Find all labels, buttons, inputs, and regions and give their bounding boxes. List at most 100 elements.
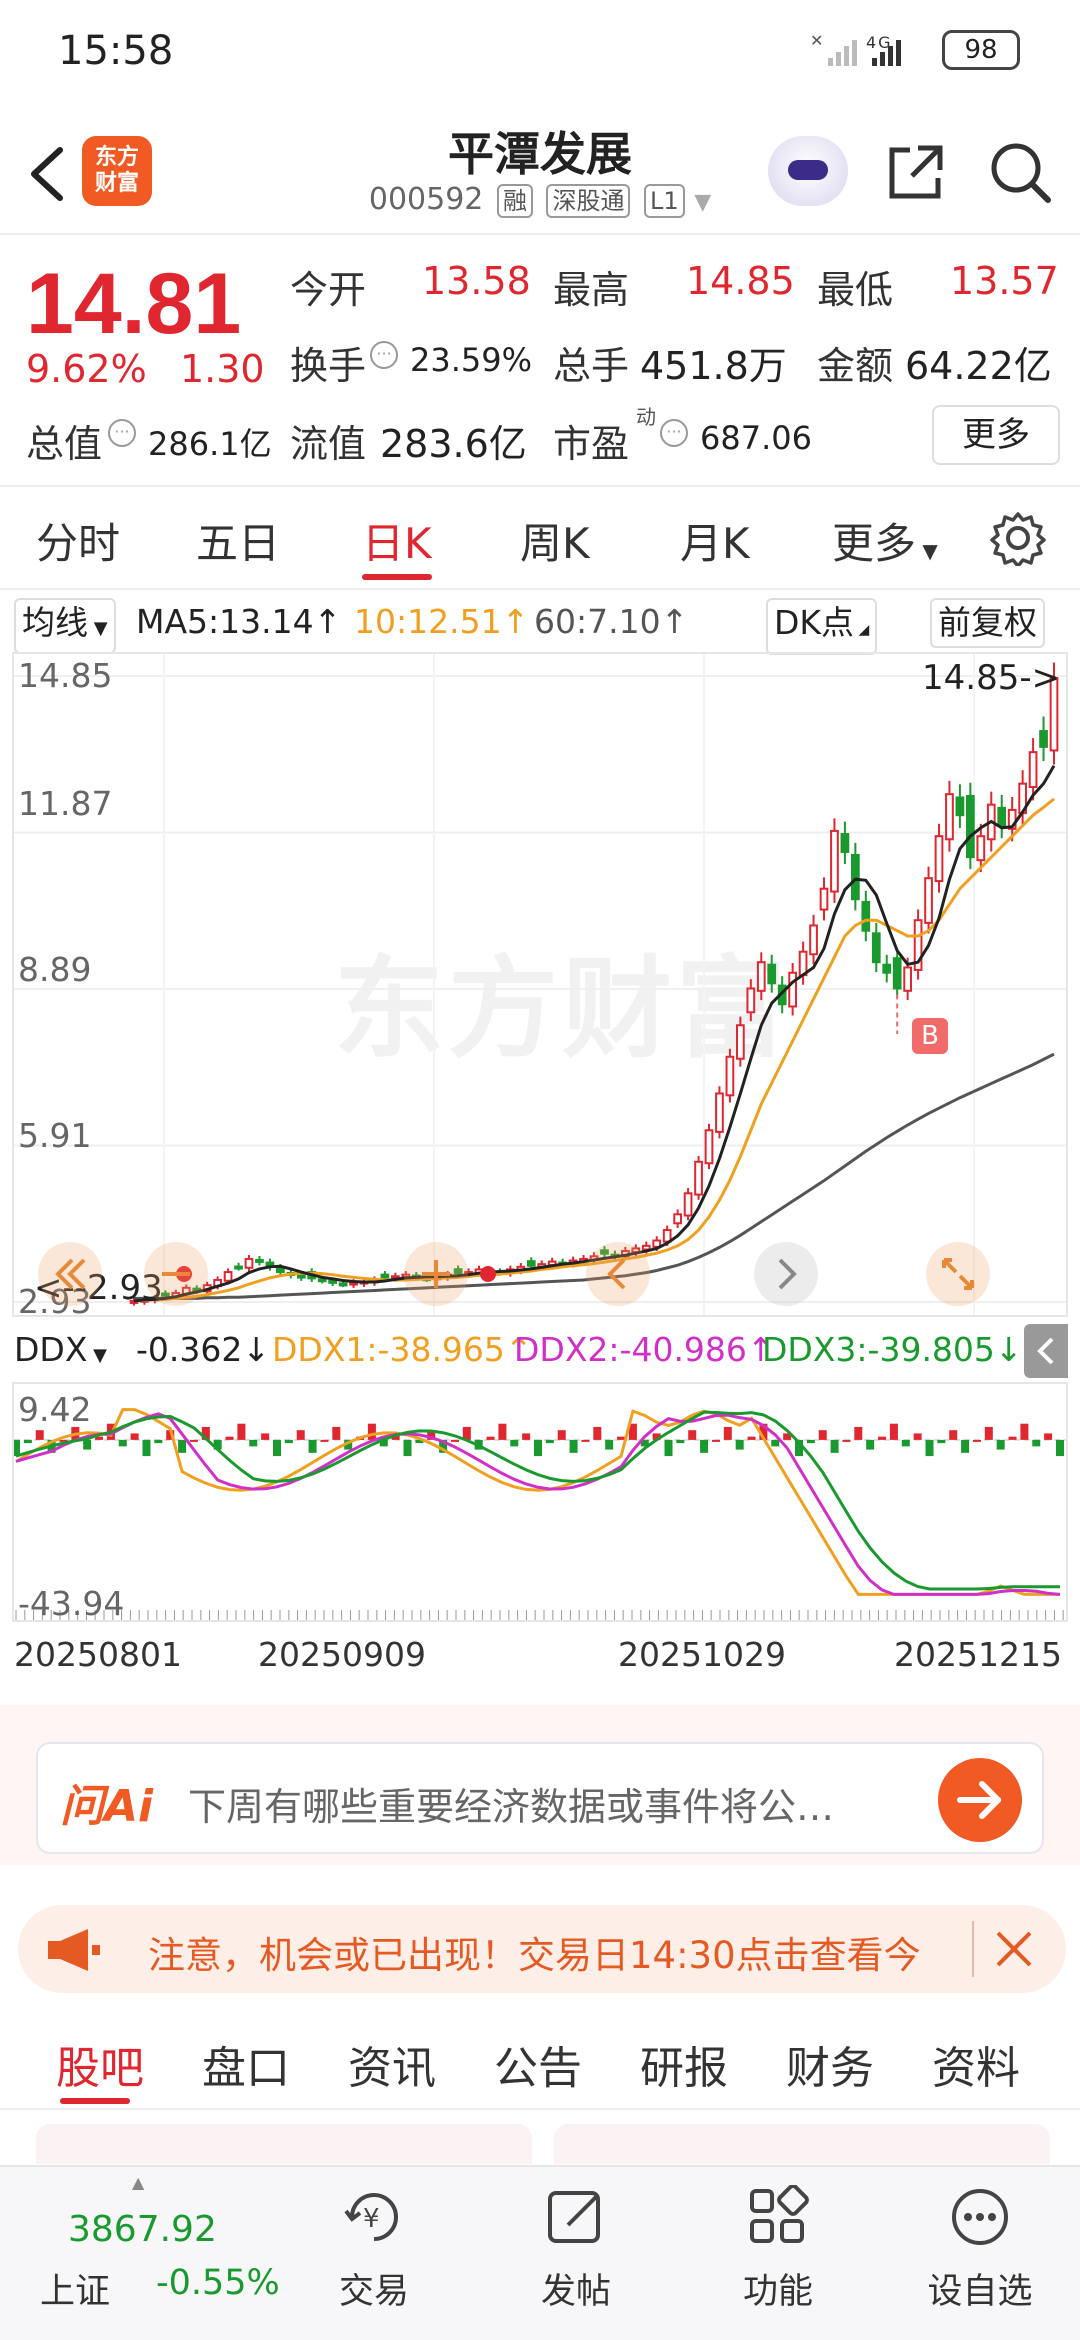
ddx-bar: [771, 1439, 780, 1447]
indicator-selector[interactable]: 均线 ▼: [14, 598, 116, 654]
info-icon[interactable]: ···: [108, 419, 136, 447]
ddx-bar: [937, 1439, 946, 1444]
ai-question-text[interactable]: 下周有哪些重要经济数据或事件将公…: [188, 1776, 834, 1831]
open-value: 13.58: [422, 259, 531, 303]
nav-post[interactable]: 发帖: [506, 2263, 646, 2314]
tag-margin: 融: [496, 184, 533, 218]
index-value[interactable]: 3867.92: [68, 2209, 217, 2250]
scroll-forward-icon[interactable]: [754, 1242, 818, 1306]
watchlist-more-icon[interactable]: [948, 2185, 1012, 2249]
tab-more[interactable]: 更多 ▼: [832, 510, 938, 571]
ddx-bar: [320, 1439, 329, 1442]
collapse-panel-icon[interactable]: [1024, 1324, 1068, 1378]
ddx-y-bottom: -43.94: [18, 1584, 125, 1623]
tab-finance[interactable]: 财务: [786, 2032, 874, 2096]
ddx-selector[interactable]: DDX ▼: [14, 1330, 107, 1369]
y-label-3: 8.89: [18, 950, 92, 989]
megaphone-icon: [44, 1925, 104, 1979]
ddx-bar: [1008, 1436, 1017, 1440]
nav-trade[interactable]: 交易: [304, 2263, 444, 2314]
fullscreen-icon[interactable]: [926, 1242, 990, 1306]
ddx-bar: [130, 1433, 139, 1440]
function-grid-icon[interactable]: [746, 2184, 810, 2249]
share-icon[interactable]: [884, 140, 948, 208]
tab-intraday[interactable]: 分时: [36, 510, 120, 571]
ma-legend-row: 均线 ▼ MA5:13.14↑ 10:12.51↑ 60:7.10↑ DK点 ◢…: [0, 592, 1080, 655]
ddx-bar: [510, 1439, 519, 1447]
ddx-bar: [284, 1439, 293, 1444]
y-label-max: 14.85: [18, 656, 113, 695]
post-edit-icon[interactable]: [544, 2185, 608, 2249]
close-icon[interactable]: [992, 1927, 1036, 1975]
adjust-selector[interactable]: 前复权: [930, 598, 1045, 648]
tab-five-day[interactable]: 五日: [196, 510, 280, 571]
settings-gear-icon[interactable]: [990, 510, 1046, 570]
ai-section: 问Ai 下周有哪些重要经济数据或事件将公…: [0, 1705, 1080, 1865]
zoom-out-icon[interactable]: [144, 1242, 208, 1306]
tab-guba[interactable]: 股吧: [56, 2032, 144, 2096]
tab-monthly-k[interactable]: 月K: [680, 510, 750, 571]
card-preview-left: [36, 2124, 532, 2164]
stock-code: 000592: [368, 182, 484, 217]
candle-body: [715, 1092, 724, 1133]
ddx-chart[interactable]: 9.42 -43.94: [12, 1382, 1068, 1623]
candle-body: [997, 806, 1007, 827]
ddx3-value: DDX3:-39.805↓: [762, 1330, 1023, 1369]
ddx-bar: [961, 1439, 970, 1453]
ddx-bar: [1044, 1433, 1053, 1440]
kline-chart[interactable]: 东方财富 14.85 11.87 8.89 5.91 2.93 14.85-> …: [12, 652, 1068, 1321]
candle-body: [673, 1213, 682, 1225]
ddx-bar: [189, 1439, 198, 1442]
more-button[interactable]: 更多: [932, 405, 1060, 465]
ddx-bar: [237, 1423, 246, 1440]
ddx-bar: [972, 1439, 981, 1442]
tab-weekly-k[interactable]: 周K: [520, 510, 590, 571]
ai-robot-icon[interactable]: [768, 136, 848, 206]
dk-point-selector[interactable]: DK点 ◢: [766, 598, 878, 655]
notice-banner[interactable]: 注意，机会或已出现！交易日14:30点击查看今: [18, 1905, 1066, 1993]
ddx-bar: [35, 1430, 44, 1440]
change-amount: 1.30: [180, 347, 265, 391]
ma60-value: 60:7.10↑: [534, 602, 689, 641]
ddx-bar: [403, 1439, 412, 1457]
ddx-bar: [332, 1426, 341, 1440]
tab-announcements[interactable]: 公告: [494, 2032, 582, 2096]
candle-body: [819, 887, 829, 911]
scroll-back-icon[interactable]: [586, 1242, 650, 1306]
candle-body: [851, 853, 860, 901]
ai-send-button[interactable]: [938, 1758, 1022, 1842]
nav-function[interactable]: 功能: [708, 2263, 848, 2314]
low-label: 最低: [817, 268, 894, 312]
candle-body: [746, 987, 756, 1014]
nav-watchlist[interactable]: 设自选: [910, 2263, 1050, 2314]
candle-body: [861, 900, 871, 932]
info-icon[interactable]: ···: [660, 419, 688, 447]
turnover-label: 换手: [290, 344, 367, 388]
ddx-bar: [984, 1426, 993, 1440]
svg-text:✕: ✕: [810, 31, 825, 50]
tab-profile[interactable]: 资料: [932, 2032, 1020, 2096]
info-icon[interactable]: ···: [370, 341, 398, 369]
caret-down-icon[interactable]: ▼: [694, 190, 711, 215]
volume-value: 451.8万: [640, 344, 787, 388]
tab-daily-k[interactable]: 日K: [362, 510, 432, 571]
ddx-bar: [735, 1439, 744, 1450]
candle-body: [526, 1260, 536, 1267]
search-icon[interactable]: [988, 140, 1052, 208]
pe-label: 市盈: [553, 422, 630, 466]
ddx-bar: [273, 1439, 281, 1457]
buy-marker[interactable]: B: [912, 1018, 948, 1054]
tab-news[interactable]: 资讯: [348, 2032, 436, 2096]
tab-research[interactable]: 研报: [640, 2032, 728, 2096]
candle-body: [882, 963, 892, 974]
zoom-in-icon[interactable]: [404, 1242, 468, 1306]
scroll-left-icon[interactable]: [38, 1242, 102, 1306]
candle-body: [338, 1282, 348, 1287]
ddx-bar: [1020, 1423, 1029, 1440]
tab-pankou[interactable]: 盘口: [202, 2032, 290, 2096]
trade-yen-icon[interactable]: ¥: [342, 2185, 406, 2249]
y-label-2: 11.87: [18, 784, 113, 823]
arrow-right-icon: [957, 1781, 1001, 1819]
ddx-bar: [249, 1439, 258, 1447]
ai-question-box[interactable]: 问Ai 下周有哪些重要经济数据或事件将公…: [36, 1742, 1044, 1854]
